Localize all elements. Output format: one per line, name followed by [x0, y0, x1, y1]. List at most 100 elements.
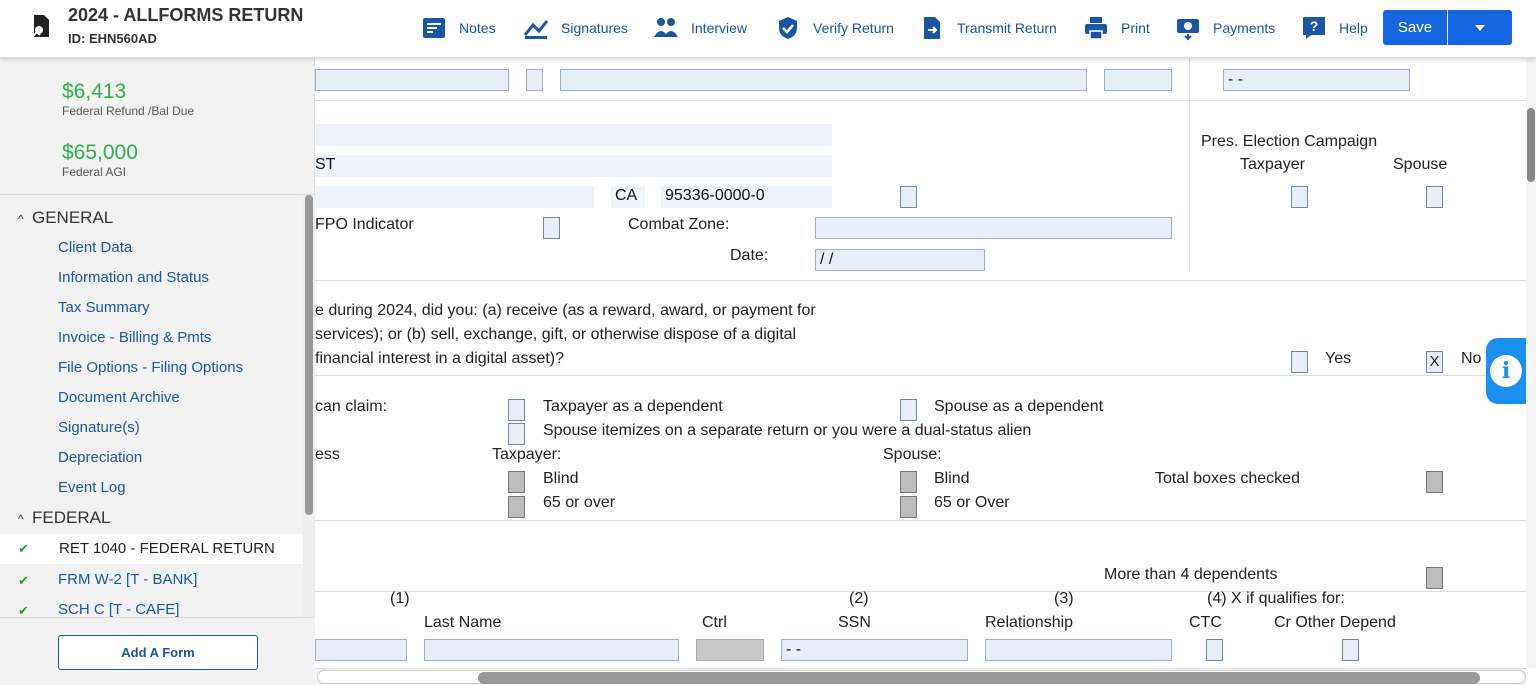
nav-transmit-return[interactable]: Transmit Return: [919, 13, 1057, 43]
sidebar-item-file-options[interactable]: File Options - Filing Options: [58, 359, 243, 376]
sp-65-checkbox[interactable]: [900, 496, 917, 518]
total-boxes-label: Total boxes checked: [1155, 470, 1300, 487]
digital-no-checkbox[interactable]: X: [1426, 351, 1443, 373]
suffix-field[interactable]: [1104, 69, 1172, 91]
sidebar-divider: [0, 194, 315, 195]
nav-payments[interactable]: Payments: [1175, 13, 1275, 43]
lastname-field[interactable]: [560, 69, 1087, 91]
dep-ssn-field[interactable]: - -: [781, 639, 968, 661]
check-icon: ✔: [18, 541, 29, 556]
nav-verify-label: Verify Return: [813, 20, 894, 36]
ssn-field[interactable]: - -: [1223, 69, 1410, 91]
pres-taxpayer-checkbox[interactable]: [1291, 186, 1308, 208]
save-button[interactable]: Save: [1383, 10, 1447, 45]
form-horizontal-scrollbar[interactable]: [315, 668, 1526, 685]
sidebar-scroll-thumb[interactable]: [305, 195, 313, 515]
nav-print-label: Print: [1121, 20, 1150, 36]
nav-signatures-label: Signatures: [561, 20, 628, 36]
info-icon: i: [1490, 355, 1522, 387]
nav-interview[interactable]: Interview: [653, 13, 747, 43]
dep-last-name-field[interactable]: [424, 639, 679, 661]
sidebar-scrollbar[interactable]: [303, 195, 315, 617]
section-general[interactable]: ^ GENERAL: [18, 208, 113, 228]
total-boxes-field[interactable]: [1426, 471, 1443, 493]
sidebar-item-information-status[interactable]: Information and Status: [58, 269, 209, 286]
section-federal[interactable]: ^ FEDERAL: [18, 508, 110, 528]
sp-dependent-checkbox[interactable]: [900, 399, 917, 421]
sidebar-item-invoice[interactable]: Invoice - Billing & Pmts: [58, 329, 211, 346]
digital-asset-question-3: financial interest in a digital asset)?: [315, 350, 565, 367]
tax-document-icon: [31, 15, 49, 38]
return-title: 2024 - ALLFORMS RETURN: [68, 5, 304, 25]
zip-field[interactable]: 95336-0000-0: [661, 186, 832, 208]
nav-print[interactable]: Print: [1083, 13, 1150, 43]
pres-spouse-checkbox[interactable]: [1426, 186, 1443, 208]
initial-field[interactable]: [526, 69, 543, 91]
sidebar-item-document-archive[interactable]: Document Archive: [58, 389, 180, 406]
divider: [1189, 58, 1190, 272]
nav-notes[interactable]: Notes: [421, 13, 496, 43]
sidebar-item-depreciation[interactable]: Depreciation: [58, 449, 142, 466]
dep-first-name-field[interactable]: [315, 639, 407, 661]
digital-asset-question-1: e during 2024, did you: (a) receive (as …: [315, 302, 816, 319]
hscroll-thumb[interactable]: [478, 672, 1480, 684]
agi-label: Federal AGI: [62, 165, 127, 179]
sidebar: $6,413 Federal Refund /Bal Due $65,000 F…: [0, 58, 315, 685]
tp-65-label: 65 or over: [543, 494, 616, 511]
name-field[interactable]: [315, 69, 509, 91]
city-field[interactable]: [315, 186, 594, 208]
tp-blind-checkbox[interactable]: [508, 471, 525, 493]
taxpayer-label: Taxpayer: [1240, 156, 1305, 173]
col-1-label: (1): [390, 590, 410, 607]
sp-itemizes-checkbox[interactable]: [508, 423, 525, 445]
nav-transmit-label: Transmit Return: [957, 20, 1057, 36]
can-claim-label: can claim:: [315, 398, 388, 415]
verify-shield-icon: [779, 17, 797, 39]
transmit-icon: [924, 17, 940, 39]
yes-label: Yes: [1325, 350, 1352, 367]
state-field[interactable]: CA: [611, 186, 645, 208]
sidebar-item-signatures[interactable]: Signature(s): [58, 419, 140, 436]
pres-election-label: Pres. Election Campaign: [1201, 133, 1378, 150]
foreign-checkbox[interactable]: [900, 186, 917, 208]
spouse-colon-label: Spouse:: [883, 446, 942, 463]
divider: [315, 520, 1526, 521]
sidebar-item-tax-summary[interactable]: Tax Summary: [58, 299, 150, 316]
save-options-dropdown[interactable]: [1448, 10, 1512, 45]
nav-signatures[interactable]: Signatures: [523, 13, 628, 43]
dep-ctrl-field[interactable]: [696, 639, 764, 661]
no-label: No: [1461, 350, 1482, 367]
more-than-4-checkbox[interactable]: [1426, 567, 1443, 589]
form-vscroll-thumb[interactable]: [1527, 108, 1535, 182]
cr-other-header: Cr Other Depend: [1274, 614, 1396, 631]
tp-dependent-checkbox[interactable]: [508, 399, 525, 421]
digital-yes-checkbox[interactable]: [1291, 351, 1308, 373]
fpo-checkbox[interactable]: [543, 217, 560, 239]
nav-help[interactable]: ? Help: [1301, 13, 1368, 43]
ctc-header: CTC: [1189, 614, 1222, 631]
date-label: Date:: [730, 247, 769, 264]
dep-ctc-checkbox[interactable]: [1206, 639, 1223, 661]
address-line2-field[interactable]: ST: [315, 155, 832, 177]
form-vertical-scrollbar[interactable]: [1526, 58, 1536, 668]
ctrl-header: Ctrl: [702, 614, 727, 631]
sidebar-item-event-log[interactable]: Event Log: [58, 479, 126, 496]
add-form-button[interactable]: Add A Form: [58, 635, 258, 670]
sidebar-item-client-data[interactable]: Client Data: [58, 239, 132, 256]
info-button[interactable]: i: [1486, 338, 1526, 404]
more-than-4-label: More than 4 dependents: [1104, 566, 1278, 583]
sidebar-item-sch-c[interactable]: SCH C [T - CAFE]: [58, 601, 179, 618]
sidebar-item-ret-1040[interactable]: RET 1040 - FEDERAL RETURN: [0, 534, 303, 564]
sp-blind-checkbox[interactable]: [900, 471, 917, 493]
dep-relationship-field[interactable]: [985, 639, 1172, 661]
dep-cr-other-checkbox[interactable]: [1342, 639, 1359, 661]
payments-icon: [1177, 19, 1199, 41]
sidebar-item-w2[interactable]: FRM W-2 [T - BANK]: [58, 571, 197, 588]
date-field[interactable]: / /: [815, 249, 985, 271]
nav-verify-return[interactable]: Verify Return: [775, 13, 894, 43]
last-name-header: Last Name: [424, 614, 502, 631]
tp-65-checkbox[interactable]: [508, 496, 525, 518]
combat-zone-label: Combat Zone:: [628, 216, 730, 233]
address-line1-field[interactable]: [315, 124, 832, 146]
combat-zone-field[interactable]: [815, 217, 1172, 239]
